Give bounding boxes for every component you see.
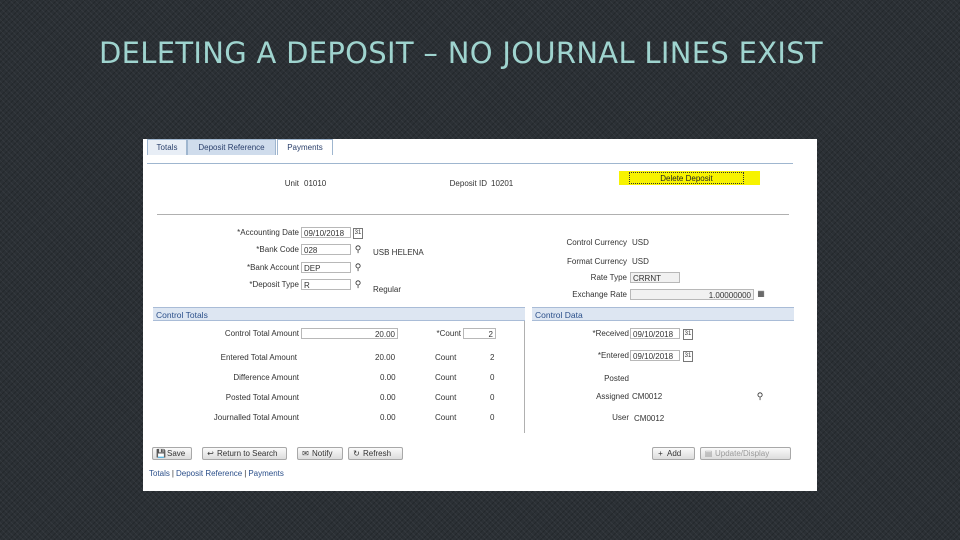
- update-display-icon: ▤: [704, 449, 713, 458]
- tab-underline: [147, 163, 793, 164]
- posted-total-amount-label: Posted Total Amount: [225, 393, 299, 402]
- control-total-amount-field[interactable]: 20.00: [301, 328, 398, 339]
- rate-type-label: Rate Type: [590, 273, 627, 282]
- entered-total-amount-value: 20.00: [375, 353, 396, 362]
- add-button[interactable]: + Add: [652, 447, 695, 460]
- header-divider: [157, 214, 789, 215]
- slide-title: DELETING A DEPOSIT – NO JOURNAL LINES EX…: [99, 36, 823, 70]
- notify-icon: ✉: [302, 449, 309, 458]
- footer-link-totals[interactable]: Totals: [149, 469, 170, 478]
- deposit-id-value: 10201: [491, 179, 514, 188]
- return-icon: ↩: [207, 449, 214, 458]
- control-currency-value: USD: [632, 238, 649, 247]
- update-display-button[interactable]: ▤ Update/Display: [700, 447, 791, 460]
- control-count-field[interactable]: 2: [463, 328, 496, 339]
- control-total-amount-label: Control Total Amount: [224, 329, 299, 338]
- journalled-count-value: 0: [490, 413, 495, 422]
- calendar-icon[interactable]: 31: [353, 228, 363, 239]
- journalled-total-amount-label: Journalled Total Amount: [213, 413, 299, 422]
- search-icon[interactable]: ⚲: [353, 279, 363, 289]
- calendar-icon[interactable]: 31: [683, 351, 693, 362]
- difference-count-label: Count: [435, 373, 457, 382]
- control-totals-header: Control Totals: [153, 307, 525, 321]
- accounting-date-field[interactable]: 09/10/2018: [301, 227, 351, 238]
- footer-link-payments[interactable]: Payments: [248, 469, 284, 478]
- notify-button[interactable]: ✉ Notify: [297, 447, 343, 460]
- peoplesoft-screenshot: Totals Deposit Reference Payments Unit 0…: [143, 139, 817, 491]
- exchange-rate-label: Exchange Rate: [572, 290, 627, 299]
- bank-account-label: *Bank Account: [246, 263, 299, 272]
- posted-total-amount-value: 0.00: [380, 393, 396, 402]
- user-value: CM0012: [634, 414, 665, 423]
- refresh-button[interactable]: ↻ Refresh: [348, 447, 403, 460]
- accounting-date-label: *Accounting Date: [237, 228, 299, 237]
- deposit-type-field[interactable]: R: [301, 279, 351, 290]
- save-button[interactable]: 💾 Save: [152, 447, 192, 460]
- tab-totals[interactable]: Totals: [147, 139, 187, 155]
- link-separator: |: [171, 469, 174, 478]
- unit-label: Unit: [284, 179, 299, 188]
- tab-deposit-reference[interactable]: Deposit Reference: [187, 139, 276, 155]
- calendar-icon[interactable]: 31: [683, 329, 693, 340]
- bank-account-field[interactable]: DEP: [301, 262, 351, 273]
- format-currency-value: USD: [632, 257, 649, 266]
- save-icon: 💾: [156, 449, 166, 458]
- entered-count-value: 2: [490, 353, 495, 362]
- received-date-field[interactable]: 09/10/2018: [630, 328, 680, 339]
- return-to-search-button[interactable]: ↩ Return to Search: [202, 447, 287, 460]
- format-currency-label: Format Currency: [566, 257, 627, 266]
- search-icon[interactable]: ⚲: [353, 262, 363, 272]
- control-currency-label: Control Currency: [566, 238, 627, 247]
- posted-label: Posted: [604, 374, 629, 383]
- exchange-rate-field: 1.00000000: [630, 289, 754, 300]
- bank-name: USB HELENA: [373, 248, 424, 257]
- tab-payments[interactable]: Payments: [277, 139, 333, 155]
- search-icon[interactable]: ⚲: [755, 391, 765, 401]
- assigned-label: Assigned: [596, 392, 629, 401]
- entered-label: *Entered: [597, 351, 629, 360]
- delete-deposit-button[interactable]: Delete Deposit: [629, 172, 744, 184]
- posted-count-value: 0: [490, 393, 495, 402]
- deposit-type-label: *Deposit Type: [249, 280, 299, 289]
- refresh-icon: ↻: [353, 449, 360, 458]
- footer-link-deposit-reference[interactable]: Deposit Reference: [176, 469, 242, 478]
- control-count-label: *Count: [436, 329, 461, 338]
- link-separator: |: [244, 469, 247, 478]
- rate-type-field: CRRNT: [630, 272, 680, 283]
- deposit-id-label: Deposit ID: [449, 179, 487, 188]
- entered-date-field[interactable]: 09/10/2018: [630, 350, 680, 361]
- posted-count-label: Count: [435, 393, 457, 402]
- exchange-rate-detail-icon[interactable]: ▦: [756, 289, 766, 299]
- difference-amount-label: Difference Amount: [233, 373, 299, 382]
- entered-total-amount-label: Entered Total Amount: [220, 353, 297, 362]
- difference-amount-value: 0.00: [380, 373, 396, 382]
- journalled-count-label: Count: [435, 413, 457, 422]
- unit-value: 01010: [304, 179, 327, 188]
- bank-code-label: *Bank Code: [256, 245, 299, 254]
- control-data-header: Control Data: [532, 307, 794, 321]
- journalled-total-amount-value: 0.00: [380, 413, 396, 422]
- bank-code-field[interactable]: 028: [301, 244, 351, 255]
- search-icon[interactable]: ⚲: [353, 244, 363, 254]
- assigned-value: CM0012: [632, 392, 663, 401]
- user-label: User: [612, 413, 629, 422]
- received-label: *Received: [592, 329, 629, 338]
- add-icon: +: [658, 449, 663, 458]
- difference-count-value: 0: [490, 373, 495, 382]
- control-totals-right-border: [524, 321, 525, 433]
- entered-count-label: Count: [435, 353, 457, 362]
- footer-links: Totals | Deposit Reference | Payments: [149, 469, 284, 478]
- deposit-type-description: Regular: [373, 285, 402, 294]
